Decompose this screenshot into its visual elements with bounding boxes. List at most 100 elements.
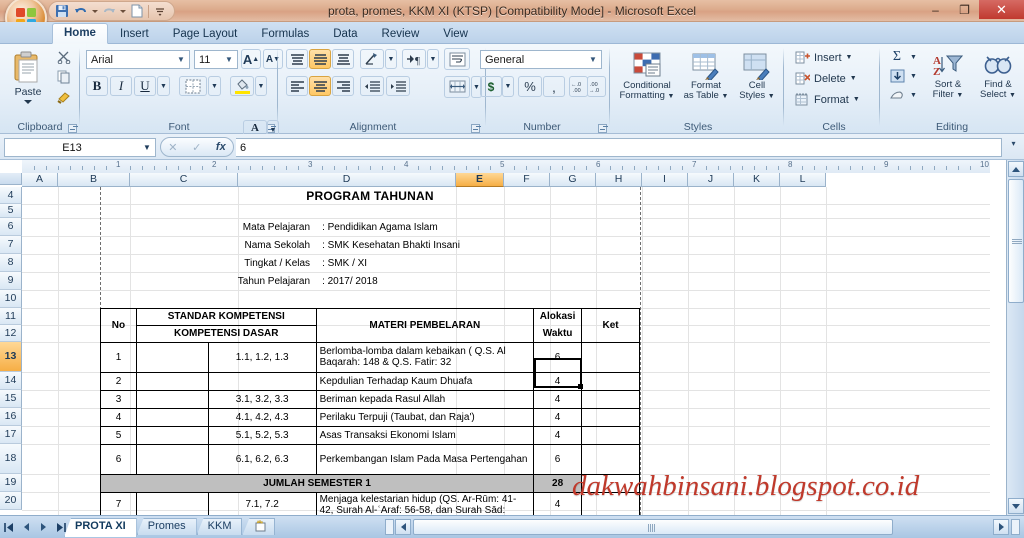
column-header-C[interactable]: C <box>130 173 238 187</box>
scroll-down-button[interactable] <box>1008 498 1024 514</box>
conditional-formatting-button[interactable]: Conditional Formatting ▼ <box>616 47 678 107</box>
vertical-scroll-thumb[interactable] <box>1008 179 1024 303</box>
autosum-icon[interactable]: Σ <box>886 48 908 66</box>
table-row[interactable]: 3 3.1, 3.2, 3.3 Beriman kepada Rasul All… <box>100 389 640 409</box>
copy-icon[interactable] <box>54 68 74 86</box>
tab-view[interactable]: View <box>431 24 480 44</box>
cell-styles-button[interactable]: Cell Styles ▼ <box>734 47 780 107</box>
bottom-align-icon[interactable] <box>332 49 354 69</box>
increase-decimal-icon[interactable]: ←.0.00 <box>569 76 588 97</box>
row-header-8[interactable]: 8 <box>0 254 22 272</box>
delete-cells-button[interactable]: Delete ▼ <box>792 69 876 88</box>
redo-icon[interactable] <box>101 3 117 19</box>
tab-insert[interactable]: Insert <box>108 24 161 44</box>
split-handle-right[interactable] <box>1011 519 1020 535</box>
column-header-K[interactable]: K <box>734 173 780 187</box>
scroll-right-button[interactable] <box>993 519 1009 535</box>
minimize-button[interactable]: – <box>921 0 950 19</box>
column-header-L[interactable]: L <box>780 173 826 187</box>
text-direction-dropdown-icon[interactable]: ▼ <box>427 49 439 69</box>
formula-input[interactable]: 6 <box>236 138 1002 157</box>
row-header-16[interactable]: 16 <box>0 408 22 426</box>
undo-dropdown-icon[interactable] <box>92 9 98 13</box>
clear-dropdown-icon[interactable]: ▼ <box>908 86 919 104</box>
column-header-D[interactable]: D <box>238 173 456 187</box>
sheet-tab-promes[interactable]: Promes <box>136 518 197 535</box>
find-select-button[interactable]: Find & Select ▼ <box>974 47 1022 107</box>
format-as-table-button[interactable]: Format as Table ▼ <box>680 47 732 107</box>
fill-down-icon[interactable] <box>886 67 908 85</box>
column-header-B[interactable]: B <box>58 173 130 187</box>
tab-page-layout[interactable]: Page Layout <box>161 24 250 44</box>
table-row[interactable]: 2 Kepdulian Terhadap Kaum Dhuafa 4 <box>100 371 640 391</box>
insert-function-icon[interactable]: fx <box>216 141 226 153</box>
sheet-tab-kkm[interactable]: KKM <box>196 518 243 535</box>
decrease-decimal-icon[interactable]: .00 →.0 <box>587 76 606 97</box>
align-left-icon[interactable] <box>286 76 308 96</box>
undo-icon[interactable] <box>73 3 89 19</box>
tab-review[interactable]: Review <box>370 24 432 44</box>
vertical-scrollbar[interactable] <box>1006 160 1024 515</box>
text-direction-icon[interactable]: ¶ <box>402 49 426 69</box>
row-header-11[interactable]: 11 <box>0 308 22 325</box>
fill-color-icon[interactable] <box>230 76 254 96</box>
paste-dropdown-icon[interactable] <box>24 99 32 104</box>
top-align-icon[interactable] <box>286 49 308 69</box>
cancel-formula-icon[interactable]: ✕ <box>168 141 177 154</box>
row-header-14[interactable]: 14 <box>0 372 22 390</box>
clipboard-dialog-launcher[interactable] <box>68 124 77 133</box>
row-header-7[interactable]: 7 <box>0 236 22 254</box>
summary-row[interactable]: JUMLAH SEMESTER 1 28 <box>99 473 640 493</box>
currency-dropdown-icon[interactable]: ▼ <box>502 76 514 97</box>
paste-button[interactable]: Paste <box>6 48 50 106</box>
cell-alokasi[interactable]: 6 <box>533 341 583 373</box>
row-header-13[interactable]: 13 <box>0 342 22 372</box>
row-header-6[interactable]: 6 <box>0 218 22 236</box>
orientation-icon[interactable] <box>360 49 384 69</box>
name-box-dropdown-icon[interactable]: ▼ <box>139 143 155 152</box>
row-header-4[interactable]: 4 <box>0 187 22 204</box>
sort-filter-button[interactable]: A Z Sort & Filter ▼ <box>924 47 972 107</box>
table-row[interactable]: 1 1.1, 1.2, 1.3 Berlomba-lomba dalam keb… <box>100 341 640 373</box>
name-box[interactable]: E13 ▼ <box>4 138 156 157</box>
grow-font-button[interactable]: A ▲ <box>241 49 261 69</box>
tab-home[interactable]: Home <box>52 23 108 44</box>
column-header-G[interactable]: G <box>550 173 596 187</box>
horizontal-scrollbar[interactable] <box>385 519 1020 535</box>
expand-formula-bar-icon[interactable]: ▾ <box>1006 139 1021 156</box>
borders-dropdown-icon[interactable]: ▼ <box>208 76 221 96</box>
close-button[interactable]: ✕ <box>979 0 1024 19</box>
row-header-12[interactable]: 12 <box>0 325 22 342</box>
increase-indent-icon[interactable] <box>386 76 410 96</box>
decrease-indent-icon[interactable] <box>360 76 384 96</box>
font-name-dropdown-icon[interactable]: ▼ <box>175 55 187 64</box>
insert-sheet-icon[interactable] <box>242 518 276 535</box>
cells-area[interactable]: PROGRAM TAHUNAN Mata Pelajaran : Pendidi… <box>22 187 990 515</box>
cut-scissors-icon[interactable] <box>54 48 74 66</box>
fill-color-dropdown-icon[interactable]: ▼ <box>255 76 267 96</box>
italic-button[interactable]: I <box>110 76 132 96</box>
save-icon[interactable] <box>54 3 70 19</box>
row-header-17[interactable]: 17 <box>0 426 22 444</box>
fill-dropdown-icon[interactable]: ▼ <box>908 67 919 85</box>
bold-button[interactable]: B <box>86 76 108 96</box>
format-painter-icon[interactable] <box>54 88 74 106</box>
autosum-dropdown-icon[interactable]: ▼ <box>908 48 919 66</box>
column-header-I[interactable]: I <box>642 173 688 187</box>
number-format-dropdown-icon[interactable]: ▼ <box>587 55 599 64</box>
merge-center-icon[interactable] <box>444 76 470 98</box>
insert-cells-button[interactable]: Insert ▼ <box>792 48 876 67</box>
row-header-19[interactable]: 19 <box>0 474 22 492</box>
prev-sheet-icon[interactable] <box>19 520 34 534</box>
restore-button[interactable]: ❐ <box>950 0 979 19</box>
middle-align-icon[interactable] <box>309 49 331 69</box>
font-size-combo[interactable]: 11 ▼ <box>194 50 238 69</box>
column-header-A[interactable]: A <box>22 173 58 187</box>
clear-eraser-icon[interactable] <box>886 86 908 104</box>
tab-formulas[interactable]: Formulas <box>249 24 321 44</box>
row-header-5[interactable]: 5 <box>0 204 22 218</box>
scroll-left-button[interactable] <box>395 519 411 535</box>
horizontal-scroll-thumb[interactable] <box>413 519 893 535</box>
redo-dropdown-icon[interactable] <box>120 9 126 13</box>
align-center-icon[interactable] <box>309 76 331 96</box>
